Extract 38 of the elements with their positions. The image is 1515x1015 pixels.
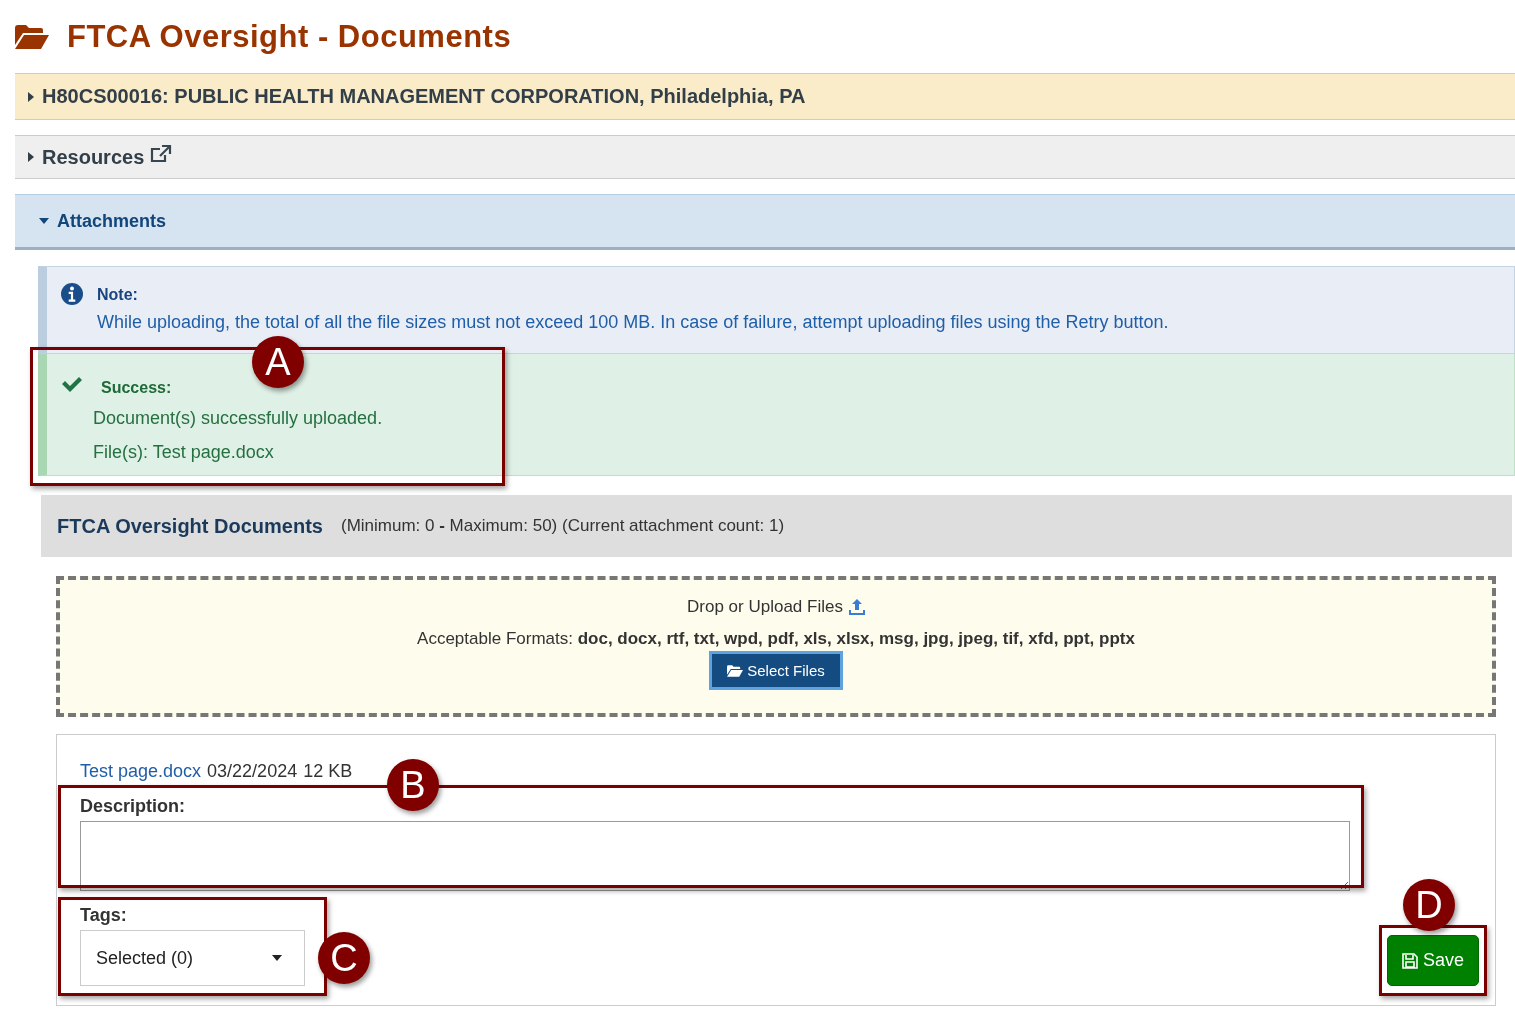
accordion-header[interactable]: Resources: [15, 135, 1515, 179]
drop-prompt: Drop or Upload Files: [687, 597, 843, 617]
accordion-header[interactable]: Attachments: [15, 194, 1515, 250]
section-title: FTCA Oversight Documents: [57, 514, 323, 538]
folder-icon: [727, 664, 744, 677]
caret-right-icon: [28, 152, 34, 162]
alert-message: Document(s) successfully uploaded.: [93, 407, 383, 430]
file-date: 03/22/2024: [207, 761, 298, 782]
alert-title: Success:: [101, 379, 173, 397]
caret-right-icon: [28, 91, 34, 102]
accordion-label: Attachments: [57, 210, 167, 232]
accordion-header[interactable]: H80CS00016: PUBLIC HEALTH MANAGEMENT CORPORATION, Philadelphia, PA: [15, 73, 1515, 120]
callout-marker: C: [318, 932, 370, 984]
drop-zone[interactable]: Drop or Upload Files Acceptable Formats: doc, docx, rtf, txt, wpd, pdf, xls, xlsx, msg, jpg, jpeg, tif, xfd, ppt, pptx Select Files: [56, 576, 1496, 717]
checkmark-icon: [61, 376, 83, 392]
alert-message: File(s): Test page.docx: [93, 441, 275, 464]
accordion-label: Resources: [42, 145, 145, 169]
page-title: FTCA Oversight - Documents: [67, 19, 512, 55]
upload-icon: [848, 599, 865, 615]
description-label: Description:: [80, 796, 186, 817]
caret-down-icon: [272, 955, 282, 961]
section-limits: (Minimum: 0 - Maximum: 50) (Current attachment count: 1): [340, 516, 785, 536]
file-link[interactable]: Test page.docx: [80, 761, 202, 782]
callout-marker: B: [387, 759, 439, 811]
caret-down-icon: [39, 218, 49, 224]
alert-title: Note:: [97, 286, 139, 304]
info-icon: [61, 283, 83, 305]
tags-label: Tags:: [80, 905, 128, 926]
acceptable-formats: Acceptable Formats: doc, docx, rtf, txt, wpd, pdf, xls, xlsx, msg, jpg, jpeg, tif, xfd, ppt, pptx: [417, 629, 1135, 649]
alert-message: While uploading, the total of all the file sizes must not exceed 100 MB. In case of failure, attempt uploading files using the Retry button.: [97, 312, 1169, 333]
save-button[interactable]: Save: [1387, 935, 1479, 986]
tags-dropdown[interactable]: Selected (0): [80, 930, 305, 986]
file-size: 12 KB: [303, 761, 353, 782]
accordion-label: H80CS00016: PUBLIC HEALTH MANAGEMENT CORPORATION, Philadelphia, PA: [42, 85, 806, 108]
description-field[interactable]: [80, 821, 1350, 891]
folder-icon: [15, 25, 49, 49]
select-files-button[interactable]: Select Files: [709, 651, 843, 690]
callout-marker: D: [1403, 879, 1455, 931]
